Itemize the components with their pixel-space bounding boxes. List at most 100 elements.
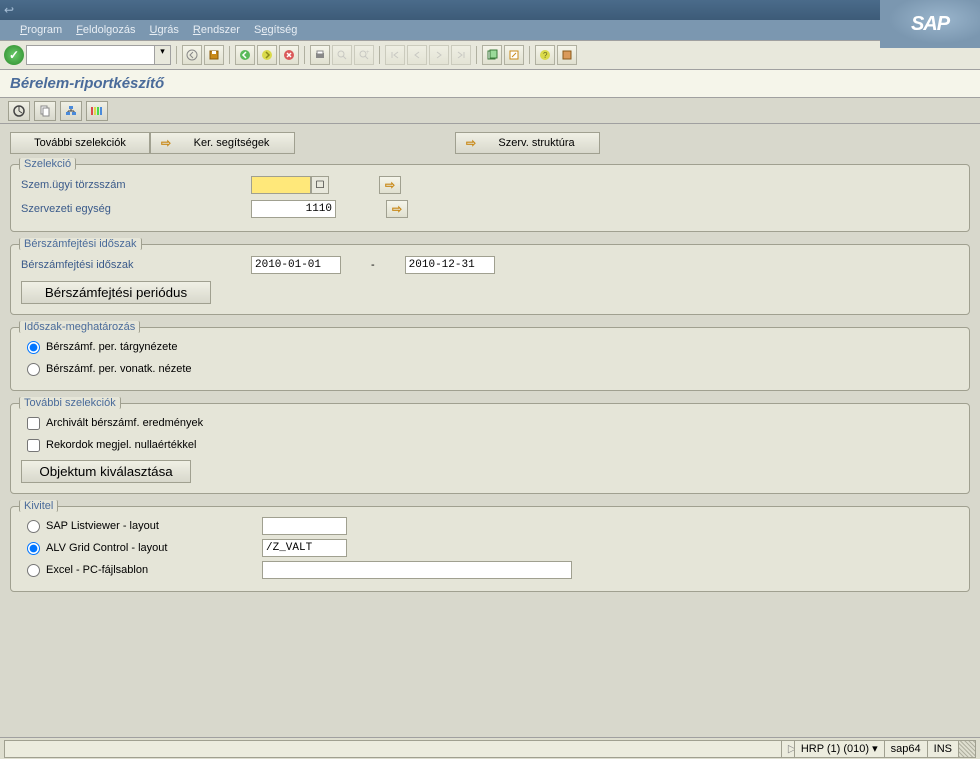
arrow-right-icon: ⇨	[466, 136, 476, 150]
standard-toolbar: ✓ ▾ + ?	[0, 40, 980, 70]
tovabbi-sz-group: További szelekciók Archivált bérszámf. e…	[10, 403, 970, 494]
kivitel-legend: Kivitel	[19, 500, 58, 512]
selection-screen: További szelekciók ⇨Ker. segítségek ⇨Sze…	[0, 124, 980, 737]
arrow-right-icon: ⇨	[392, 202, 402, 216]
menu-ugras[interactable]: Ugrás	[150, 24, 179, 36]
exit-button[interactable]	[257, 45, 277, 65]
date-dash: -	[371, 259, 375, 271]
menu-segitseg[interactable]: Segítség	[254, 24, 297, 36]
find-button[interactable]	[332, 45, 352, 65]
sap-listviewer-label: SAP Listviewer - layout	[46, 520, 256, 532]
multiple-selection-button[interactable]: ⇨	[386, 200, 408, 218]
alv-grid-label: ALV Grid Control - layout	[46, 542, 256, 554]
ker-segitsegek-button[interactable]: ⇨Ker. segítségek	[150, 132, 295, 154]
idoszak-meg-group: Időszak-meghatározás Bérszámf. per. tárg…	[10, 327, 970, 391]
torzsszam-label: Szem.ügyi törzsszám	[21, 179, 251, 191]
cancel-button[interactable]	[279, 45, 299, 65]
idoszak-meg-legend: Időszak-meghatározás	[19, 321, 140, 333]
sap-window: ↩ SAP Program Feldolgozás Ugrás Rendszer…	[0, 0, 980, 759]
rekordok-label: Rekordok megjel. nullaértékkel	[46, 439, 196, 451]
statusbar: ▷ HRP (1) (010) ▾ sap64 INS	[0, 737, 980, 759]
customize-layout-button[interactable]	[557, 45, 577, 65]
get-variant-button[interactable]	[34, 101, 56, 121]
org-structure-icon-button[interactable]	[60, 101, 82, 121]
next-page-button[interactable]	[429, 45, 449, 65]
rekordok-checkbox[interactable]	[27, 439, 40, 452]
szervezeti-input[interactable]	[251, 200, 336, 218]
szervezeti-label: Szervezeti egység	[21, 203, 251, 215]
application-toolbar	[0, 98, 980, 124]
szerv-struktura-button[interactable]: ⇨Szerv. struktúra	[455, 132, 600, 154]
targynezet-label: Bérszámf. per. tárgynézete	[46, 341, 177, 353]
status-mode: INS	[927, 740, 959, 758]
toolbar-separator	[176, 46, 177, 64]
alv-grid-layout-input[interactable]	[262, 539, 347, 557]
svg-text:+: +	[366, 50, 370, 56]
date-to-input[interactable]	[405, 256, 495, 274]
sort-button[interactable]	[86, 101, 108, 121]
page-title-bar: Bérelem-riportkészítő	[0, 70, 980, 98]
menu-program[interactable]: Program	[20, 24, 62, 36]
toolbar-separator	[529, 46, 530, 64]
excel-radio[interactable]	[27, 564, 40, 577]
arrow-right-icon: ⇨	[385, 178, 395, 192]
status-msg-icon[interactable]: ▷	[781, 740, 795, 758]
periodus-button[interactable]: Bérszámfejtési periódus	[21, 281, 211, 304]
toolbar-separator	[379, 46, 380, 64]
vonatk-label: Bérszámf. per. vonatk. nézete	[46, 363, 192, 375]
tovabbi-sz-legend: További szelekciók	[19, 397, 121, 409]
berszam-legend: Bérszámfejtési időszak	[19, 238, 142, 250]
command-field[interactable]: ▾	[26, 45, 171, 65]
resize-grip[interactable]	[958, 740, 976, 758]
alv-grid-radio[interactable]	[27, 542, 40, 555]
back-green-button[interactable]	[235, 45, 255, 65]
help-button[interactable]: ?	[535, 45, 555, 65]
f4-help-button[interactable]: ☐	[311, 176, 329, 194]
vonatk-radio[interactable]	[27, 363, 40, 376]
szelekcio-legend: Szelekció	[19, 158, 76, 170]
status-system[interactable]: HRP (1) (010) ▾	[794, 740, 885, 758]
menu-feldolgozas[interactable]: Feldolgozás	[76, 24, 135, 36]
archivalt-label: Archivált bérszámf. eredmények	[46, 417, 203, 429]
menu-rendszer[interactable]: Rendszer	[193, 24, 240, 36]
status-message-area	[4, 740, 783, 758]
date-from-input[interactable]	[251, 256, 341, 274]
multiple-selection-button[interactable]: ⇨	[379, 176, 401, 194]
svg-text:?: ?	[543, 51, 548, 60]
kivitel-group: Kivitel SAP Listviewer - layout ALV Grid…	[10, 506, 970, 592]
toolbar-separator	[476, 46, 477, 64]
targynezet-radio[interactable]	[27, 341, 40, 354]
tovabbi-szelekciok-button[interactable]: További szelekciók	[10, 132, 150, 154]
idoszak-label: Bérszámfejtési időszak	[21, 259, 251, 271]
execute-button[interactable]	[8, 101, 30, 121]
create-shortcut-button[interactable]	[504, 45, 524, 65]
enter-button[interactable]: ✓	[4, 45, 24, 65]
menubar: Program Feldolgozás Ugrás Rendszer Segít…	[0, 20, 980, 40]
archivalt-checkbox[interactable]	[27, 417, 40, 430]
titlebar: ↩	[0, 0, 980, 20]
status-server: sap64	[884, 740, 928, 758]
szelekcio-group: Szelekció Szem.ügyi törzsszám ☐ ⇨ Szerve…	[10, 164, 970, 232]
back-button[interactable]	[182, 45, 202, 65]
page-title: Bérelem-riportkészítő	[10, 75, 164, 92]
dropdown-icon: ▾	[872, 742, 878, 755]
save-button[interactable]	[204, 45, 224, 65]
torzsszam-input[interactable]	[251, 176, 311, 194]
last-page-button[interactable]	[451, 45, 471, 65]
sap-listviewer-layout-input[interactable]	[262, 517, 347, 535]
sap-listviewer-radio[interactable]	[27, 520, 40, 533]
top-button-row: További szelekciók ⇨Ker. segítségek ⇨Sze…	[10, 132, 970, 154]
arrow-right-icon: ⇨	[161, 136, 171, 150]
app-menu-icon[interactable]: ↩	[4, 3, 18, 17]
prev-page-button[interactable]	[407, 45, 427, 65]
first-page-button[interactable]	[385, 45, 405, 65]
toolbar-separator	[304, 46, 305, 64]
excel-template-input[interactable]	[262, 561, 572, 579]
sap-logo: SAP	[880, 0, 980, 48]
find-next-button[interactable]: +	[354, 45, 374, 65]
command-field-dropdown-icon[interactable]: ▾	[154, 46, 170, 64]
new-session-button[interactable]	[482, 45, 502, 65]
objektum-button[interactable]: Objektum kiválasztása	[21, 460, 191, 483]
print-button[interactable]	[310, 45, 330, 65]
berszam-group: Bérszámfejtési időszak Bérszámfejtési id…	[10, 244, 970, 315]
